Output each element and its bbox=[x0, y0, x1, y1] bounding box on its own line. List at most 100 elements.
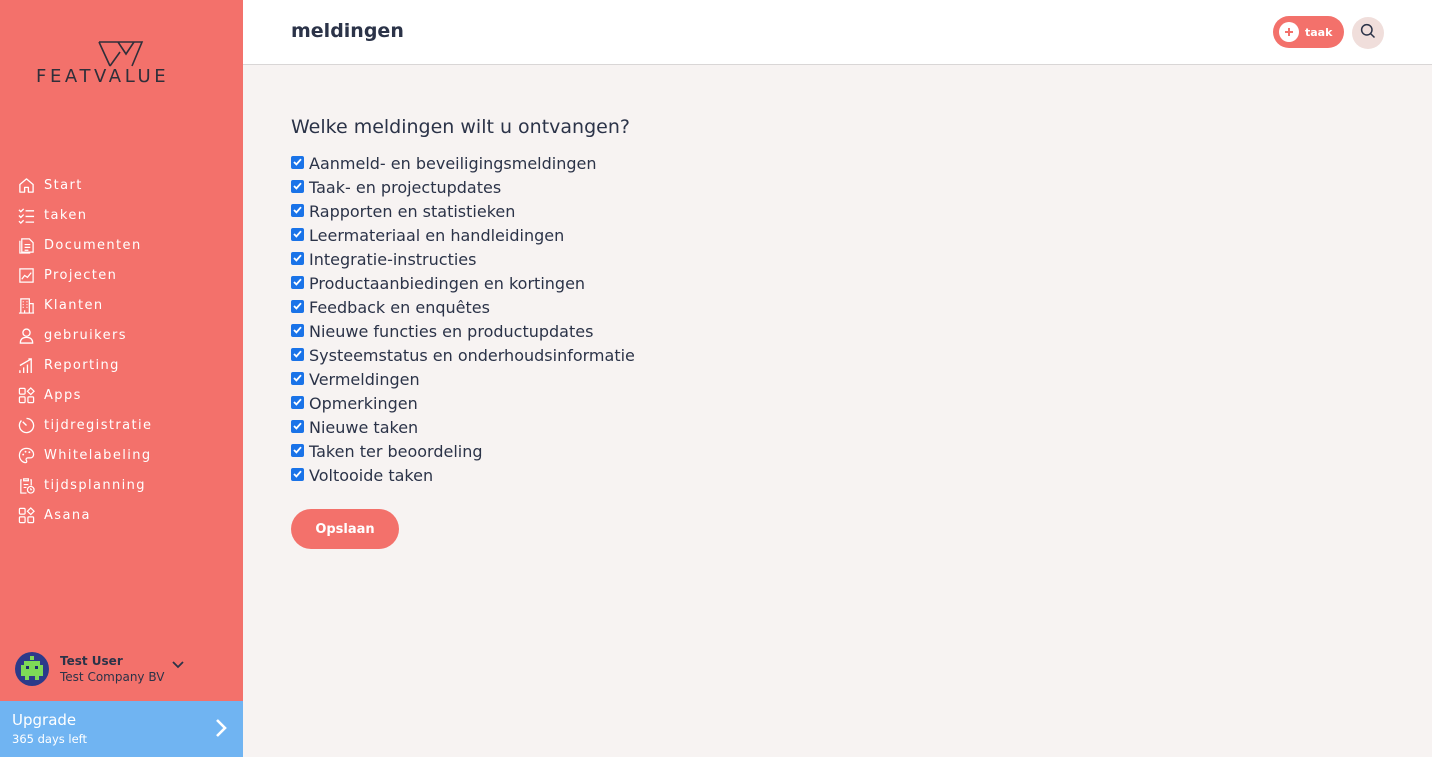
checkbox[interactable] bbox=[291, 275, 304, 289]
sidebar-item-tijdsplanning[interactable]: tijdsplanning bbox=[0, 470, 243, 500]
checkbox[interactable] bbox=[291, 179, 304, 193]
checkmark-icon bbox=[293, 278, 302, 286]
sidebar-item-projecten[interactable]: Projecten bbox=[0, 260, 243, 290]
notification-option[interactable]: Taken ter beoordeling bbox=[291, 439, 635, 463]
chart-icon bbox=[17, 266, 35, 284]
sidebar-item-whitelabeling[interactable]: Whitelabeling bbox=[0, 440, 243, 470]
checkbox[interactable] bbox=[291, 395, 304, 409]
checkmark-icon bbox=[293, 446, 302, 454]
add-task-label: taak bbox=[1305, 25, 1333, 39]
option-label: Leermateriaal en handleidingen bbox=[309, 225, 565, 245]
clipboard-clock-icon bbox=[17, 476, 35, 494]
sidebar-item-label: Start bbox=[44, 177, 83, 193]
sidebar-item-label: Klanten bbox=[44, 297, 104, 313]
notification-option[interactable]: Voltooide taken bbox=[291, 463, 635, 487]
checkbox[interactable] bbox=[291, 467, 304, 481]
notification-option[interactable]: Nieuwe taken bbox=[291, 415, 635, 439]
sidebar-item-start[interactable]: Start bbox=[0, 170, 243, 200]
checkmark-icon bbox=[293, 206, 302, 214]
sidebar-item-label: Asana bbox=[44, 507, 91, 523]
sidebar-item-label: Whitelabeling bbox=[44, 447, 152, 463]
sidebar-item-label: Documenten bbox=[44, 237, 142, 253]
notification-option[interactable]: Systeemstatus en onderhoudsinformatie bbox=[291, 343, 635, 367]
checkbox[interactable] bbox=[291, 227, 304, 241]
notification-option[interactable]: Taak- en projectupdates bbox=[291, 175, 635, 199]
notification-settings: Welke meldingen wilt u ontvangen? Aanmel… bbox=[291, 116, 635, 549]
chevron-right-icon bbox=[215, 718, 227, 742]
checkmark-icon bbox=[293, 470, 302, 478]
logo-text: FEATVALUE bbox=[36, 66, 170, 87]
checkbox[interactable] bbox=[291, 419, 304, 433]
checkmark-icon bbox=[293, 326, 302, 334]
bar-chart-icon bbox=[17, 356, 35, 374]
sidebar-item-label: taken bbox=[44, 207, 88, 223]
timer-icon bbox=[17, 416, 35, 434]
search-icon bbox=[1360, 23, 1376, 43]
option-label: Nieuwe taken bbox=[309, 417, 419, 437]
option-label: Productaanbiedingen en kortingen bbox=[309, 273, 586, 293]
notification-option[interactable]: Feedback en enquêtes bbox=[291, 295, 635, 319]
sidebar-item-label: tijdsplanning bbox=[44, 477, 146, 493]
page-title: meldingen bbox=[291, 20, 404, 42]
checkbox[interactable] bbox=[291, 347, 304, 361]
checkmark-icon bbox=[293, 422, 302, 430]
logo[interactable]: FEATVALUE bbox=[36, 40, 211, 90]
sidebar-item-label: gebruikers bbox=[44, 327, 127, 343]
sidebar: FEATVALUE Start taken Documenten Project… bbox=[0, 0, 243, 757]
sidebar-item-asana[interactable]: Asana bbox=[0, 500, 243, 530]
notification-option[interactable]: Leermateriaal en handleidingen bbox=[291, 223, 635, 247]
checkmark-icon bbox=[293, 302, 302, 310]
option-label: Voltooide taken bbox=[309, 465, 434, 485]
sidebar-item-tijdregistratie[interactable]: tijdregistratie bbox=[0, 410, 243, 440]
notification-option[interactable]: Vermeldingen bbox=[291, 367, 635, 391]
checkmark-icon bbox=[293, 398, 302, 406]
sidebar-nav: Start taken Documenten Projecten Klanten… bbox=[0, 170, 243, 530]
document-icon bbox=[17, 236, 35, 254]
notification-option[interactable]: Aanmeld- en beveiligingsmeldingen bbox=[291, 151, 635, 175]
option-label: Taak- en projectupdates bbox=[309, 177, 502, 197]
chevron-down-icon[interactable] bbox=[172, 654, 185, 673]
sidebar-item-taken[interactable]: taken bbox=[0, 200, 243, 230]
notification-option[interactable]: Productaanbiedingen en kortingen bbox=[291, 271, 635, 295]
add-task-button[interactable]: taak bbox=[1273, 16, 1344, 48]
checkbox[interactable] bbox=[291, 251, 304, 265]
checkbox[interactable] bbox=[291, 299, 304, 313]
checkmark-icon bbox=[293, 230, 302, 238]
sidebar-item-apps[interactable]: Apps bbox=[0, 380, 243, 410]
notification-options: Aanmeld- en beveiligingsmeldingen Taak- e… bbox=[291, 151, 635, 487]
user-name: Test User bbox=[60, 654, 123, 668]
sidebar-item-gebruikers[interactable]: gebruikers bbox=[0, 320, 243, 350]
checkbox[interactable] bbox=[291, 203, 304, 217]
notification-option[interactable]: Nieuwe functies en productupdates bbox=[291, 319, 635, 343]
checkmark-icon bbox=[293, 374, 302, 382]
sidebar-item-label: Apps bbox=[44, 387, 82, 403]
apps-icon bbox=[17, 506, 35, 524]
checkbox[interactable] bbox=[291, 155, 304, 169]
checkbox[interactable] bbox=[291, 371, 304, 385]
settings-question: Welke meldingen wilt u ontvangen? bbox=[291, 116, 630, 138]
search-button[interactable] bbox=[1352, 17, 1384, 49]
option-label: Nieuwe functies en productupdates bbox=[309, 321, 594, 341]
save-button[interactable]: Opslaan bbox=[291, 509, 399, 549]
sidebar-item-documenten[interactable]: Documenten bbox=[0, 230, 243, 260]
sidebar-item-label: Projecten bbox=[44, 267, 118, 283]
upgrade-banner[interactable]: Upgrade 365 days left bbox=[0, 701, 243, 757]
option-label: Vermeldingen bbox=[309, 369, 420, 389]
checkbox[interactable] bbox=[291, 323, 304, 337]
plus-icon bbox=[1279, 22, 1299, 42]
home-icon bbox=[17, 176, 35, 194]
sidebar-item-label: Reporting bbox=[44, 357, 120, 373]
notification-option[interactable]: Rapporten en statistieken bbox=[291, 199, 635, 223]
user-company: Test Company BV bbox=[60, 670, 165, 684]
avatar bbox=[15, 652, 49, 686]
upgrade-title: Upgrade bbox=[12, 711, 77, 729]
option-label: Taken ter beoordeling bbox=[309, 441, 483, 461]
checkmark-icon bbox=[293, 254, 302, 262]
sidebar-item-reporting[interactable]: Reporting bbox=[0, 350, 243, 380]
checkbox[interactable] bbox=[291, 443, 304, 457]
notification-option[interactable]: Opmerkingen bbox=[291, 391, 635, 415]
user-icon bbox=[17, 326, 35, 344]
notification-option[interactable]: Integratie-instructies bbox=[291, 247, 635, 271]
user-menu[interactable]: Test User Test Company BV bbox=[15, 652, 230, 686]
sidebar-item-klanten[interactable]: Klanten bbox=[0, 290, 243, 320]
